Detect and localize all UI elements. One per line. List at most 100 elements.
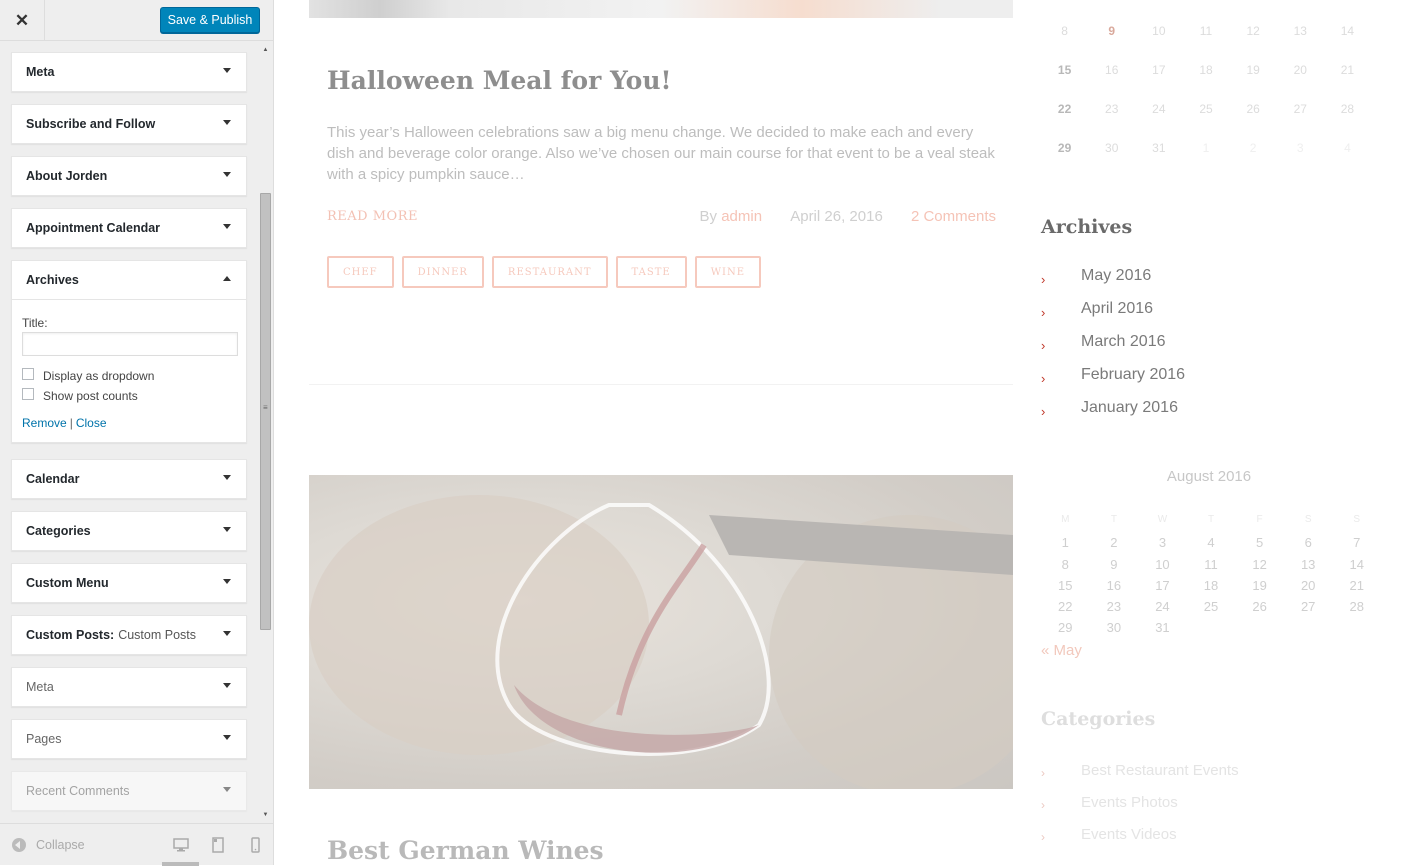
category-item[interactable]: › Events Photos	[1041, 794, 1239, 826]
scroll-up-icon[interactable]: ▲	[258, 45, 273, 55]
top-calendar: 8 9 10 11 12 13 14 15 16 17 18 19 20 21 …	[1041, 24, 1371, 180]
calendar-day: 12	[1252, 556, 1267, 572]
widgets-panel: Meta Subscribe and Follow About Jorden A…	[0, 41, 274, 823]
category-link[interactable]: Events Photos	[1081, 794, 1178, 826]
close-customizer-button[interactable]: ✕	[0, 0, 45, 41]
widget-about-jorden[interactable]: About Jorden	[11, 156, 247, 196]
chevron-down-icon[interactable]	[223, 68, 231, 73]
calendar-week: 29 30 31 1 2 3 4	[1041, 141, 1371, 180]
archive-item[interactable]: › April 2016	[1041, 300, 1185, 333]
calendar-day: 1	[1061, 535, 1069, 551]
chevron-up-icon[interactable]	[223, 276, 231, 281]
show-post-counts-label: Show post counts	[43, 389, 138, 403]
category-item[interactable]: › Events Videos	[1041, 826, 1239, 858]
close-link[interactable]: Close	[76, 416, 107, 430]
weekday-header: W	[1157, 514, 1168, 525]
category-link[interactable]: Best Restaurant Events	[1081, 762, 1239, 794]
calendar-day: 2	[1249, 141, 1257, 155]
widget-custom-menu[interactable]: Custom Menu	[11, 563, 247, 603]
archive-item[interactable]: › January 2016	[1041, 399, 1185, 432]
mobile-preview-icon[interactable]	[246, 837, 264, 853]
chevron-down-icon[interactable]	[223, 631, 231, 636]
archive-link[interactable]: March 2016	[1081, 333, 1166, 351]
chevron-down-icon[interactable]	[223, 683, 231, 688]
widget-archives-header[interactable]: Archives	[12, 261, 246, 299]
calendar-day: 1	[1202, 141, 1210, 155]
title-input[interactable]	[22, 332, 238, 356]
chevron-down-icon[interactable]	[223, 579, 231, 584]
calendar-day: 24	[1152, 102, 1166, 116]
calendar-day: 22	[1058, 599, 1073, 615]
widget-calendar[interactable]: Calendar	[11, 459, 247, 499]
chevron-down-icon[interactable]	[223, 120, 231, 125]
calendar-day: 25	[1203, 599, 1219, 615]
calendar-day	[1284, 620, 1333, 641]
archive-item[interactable]: › May 2016	[1041, 267, 1185, 300]
calendar-day: 28	[1340, 102, 1355, 116]
category-link[interactable]: Events Videos	[1081, 826, 1177, 858]
categories-list: › Best Restaurant Events › Events Photos ›…	[1041, 762, 1239, 858]
calendar-day: 26	[1246, 102, 1260, 116]
tag-restaurant[interactable]: RESTAURANT	[491, 256, 608, 288]
calendar-day: 22	[1057, 102, 1072, 116]
calendar-day: 26	[1252, 599, 1267, 615]
customizer-sidebar: ✕ Save & Publish Meta Subscribe and Foll…	[0, 0, 274, 866]
scroll-thumb[interactable]: ≡	[260, 193, 271, 630]
author-link[interactable]: admin	[721, 208, 762, 225]
chevron-down-icon[interactable]	[223, 224, 231, 229]
widget-appointment-calendar[interactable]: Appointment Calendar	[11, 208, 247, 248]
tag-dinner[interactable]: DINNER	[401, 256, 484, 288]
calendar-day: 12	[1246, 24, 1260, 38]
archive-link[interactable]: February 2016	[1081, 366, 1185, 384]
calendar-day-today[interactable]: 9	[1088, 24, 1135, 63]
desktop-preview-icon[interactable]	[172, 837, 190, 853]
post-byline: By admin	[700, 208, 763, 225]
archive-item[interactable]: › February 2016	[1041, 366, 1185, 399]
tablet-preview-icon[interactable]	[209, 837, 227, 853]
tag-wine[interactable]: WINE	[694, 256, 761, 288]
widget-categories[interactable]: Categories	[11, 511, 247, 551]
read-more-link[interactable]: READ MORE	[327, 209, 418, 224]
calendar-day: 16	[1105, 63, 1119, 77]
widget-recent-comments[interactable]: Recent Comments	[11, 771, 247, 811]
tag-taste[interactable]: TASTE	[615, 256, 687, 288]
calendar-day: 29	[1057, 141, 1072, 155]
remove-link[interactable]: Remove	[22, 416, 67, 430]
chevron-down-icon[interactable]	[223, 475, 231, 480]
post-title[interactable]: Halloween Meal for You!	[327, 66, 671, 95]
widget-archives-expanded: Archives Title: Display as dropdown Show…	[11, 260, 247, 443]
comments-link[interactable]: 2 Comments	[911, 208, 996, 225]
display-dropdown-checkbox[interactable]	[22, 368, 34, 380]
chevron-right-icon: ›	[1041, 272, 1046, 287]
chevron-down-icon[interactable]	[223, 172, 231, 177]
widget-custom-posts[interactable]: Custom Posts: Custom Posts	[11, 615, 247, 655]
widget-title: Custom Menu	[26, 576, 109, 590]
show-post-counts-checkbox[interactable]	[22, 388, 34, 400]
scroll-down-icon[interactable]: ▼	[258, 810, 273, 820]
chevron-down-icon[interactable]	[223, 787, 231, 792]
post-title-2[interactable]: Best German Wines	[327, 836, 604, 865]
chevron-down-icon[interactable]	[223, 735, 231, 740]
prev-month-link[interactable]: « May	[1041, 642, 1082, 659]
widget-meta-2[interactable]: Meta	[11, 667, 247, 707]
widget-pages[interactable]: Pages	[11, 719, 247, 759]
calendar-day: 18	[1199, 63, 1213, 77]
sidebar-scrollbar[interactable]: ▲ ≡ ▼	[258, 45, 273, 820]
calendar-day: 19	[1246, 63, 1260, 77]
chevron-down-icon[interactable]	[223, 527, 231, 532]
calendar-day: 7	[1353, 535, 1361, 551]
save-publish-button[interactable]: Save & Publish	[160, 7, 260, 33]
calendar-week: 8 9 10 11 12 13 14	[1041, 24, 1371, 63]
collapse-button[interactable]: Collapse	[12, 838, 85, 852]
widget-subscribe-follow[interactable]: Subscribe and Follow	[11, 104, 247, 144]
archive-link[interactable]: April 2016	[1081, 300, 1153, 318]
archive-link[interactable]: May 2016	[1081, 267, 1151, 285]
category-item[interactable]: › Best Restaurant Events	[1041, 762, 1239, 794]
widget-meta[interactable]: Meta	[11, 52, 247, 92]
archive-item[interactable]: › March 2016	[1041, 333, 1185, 366]
weekday-header: T	[1110, 514, 1117, 525]
tag-chef[interactable]: CHEF	[327, 256, 394, 288]
calendar-day: 29	[1058, 620, 1073, 636]
archive-link[interactable]: January 2016	[1081, 399, 1178, 417]
widget-title: About Jorden	[26, 169, 108, 183]
